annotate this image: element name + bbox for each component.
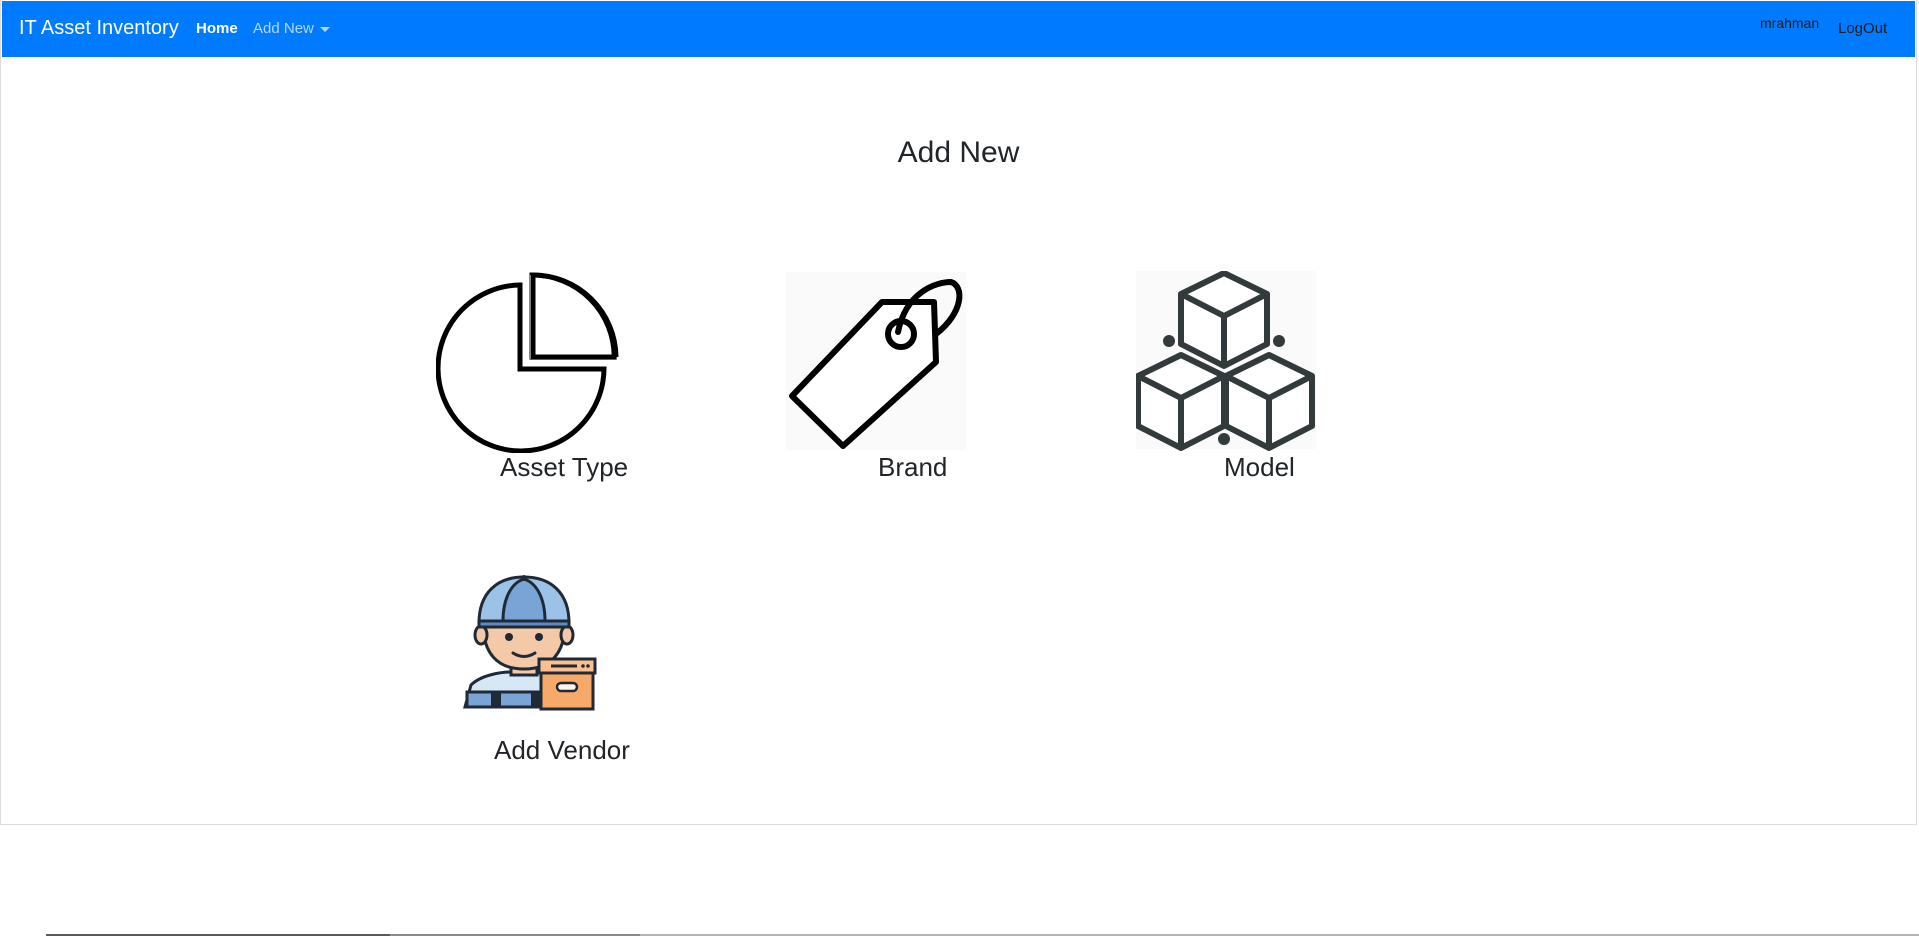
logout-link[interactable]: LogOut: [1838, 20, 1887, 37]
tile-label: Asset Type: [500, 452, 629, 482]
nav-add-new-dropdown[interactable]: Add New: [253, 20, 330, 37]
tile-asset-type[interactable]: Asset Type: [430, 268, 650, 488]
tile-add-vendor[interactable]: Add Vendor: [460, 575, 660, 775]
app-brand[interactable]: IT Asset Inventory: [19, 17, 179, 40]
nav-home-link[interactable]: Home: [196, 20, 238, 37]
navbar: IT Asset Inventory Home Add New mrahman …: [2, 1, 1915, 57]
pie-chart-icon: [436, 272, 619, 453]
tile-label: Add Vendor: [494, 735, 630, 765]
tile-brand[interactable]: Brand: [786, 268, 986, 488]
username-label: mrahman: [1760, 15, 1820, 31]
tile-label: Brand: [878, 452, 948, 482]
price-tag-icon: [786, 272, 966, 450]
cubes-icon: [1136, 271, 1316, 451]
vendor-person-icon: [463, 575, 597, 711]
nav-add-new-label: Add New: [253, 20, 314, 37]
page-title: Add New: [897, 136, 1020, 169]
tile-model[interactable]: Model: [1136, 268, 1336, 488]
tile-label: Model: [1224, 452, 1295, 482]
chevron-down-icon: [319, 26, 330, 32]
